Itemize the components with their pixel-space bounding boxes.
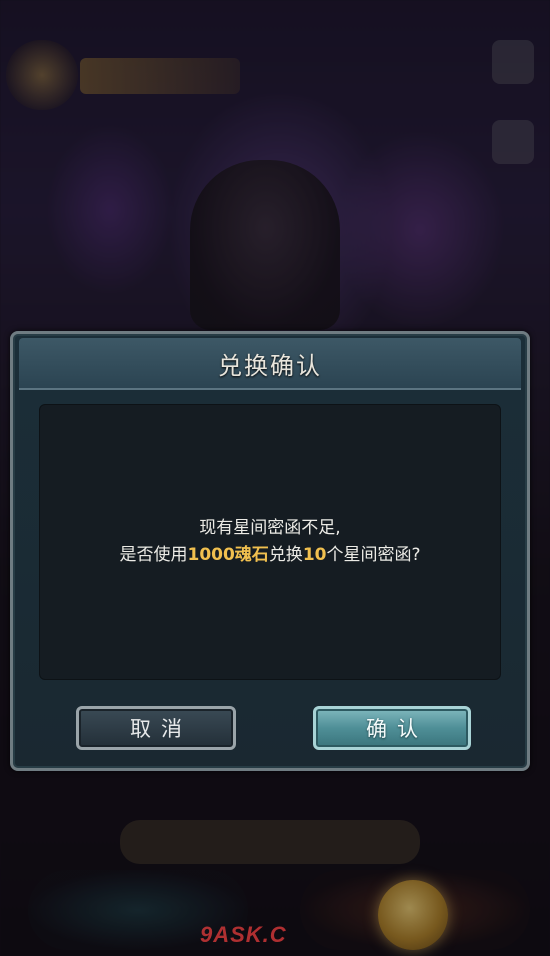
confirm-button[interactable]: 确认	[313, 706, 471, 750]
cancel-button[interactable]: 取消	[76, 706, 236, 750]
confirm-button-label: 确认	[366, 717, 428, 741]
cancel-button-label: 取消	[130, 717, 192, 741]
site-watermark: 9ASK.C	[200, 922, 287, 947]
message-suffix: 个星间密函?	[326, 545, 421, 565]
dialog-header: 兑换确认	[19, 338, 521, 390]
message-line-2: 是否使用1000魂石兑换10个星间密函?	[119, 542, 420, 569]
message-middle: 兑换	[268, 545, 303, 565]
message-prefix: 是否使用	[119, 545, 188, 565]
message-line-1: 现有星间密函不足,	[199, 518, 341, 538]
soulstone-cost: 1000魂石	[187, 545, 269, 565]
message-panel: 现有星间密函不足, 是否使用1000魂石兑换10个星间密函?	[39, 404, 501, 680]
exchange-confirm-dialog: 兑换确认 现有星间密函不足, 是否使用1000魂石兑换10个星间密函? 取消 确…	[10, 331, 530, 771]
letter-amount: 10	[302, 545, 327, 565]
dialog-title: 兑换确认	[218, 351, 322, 380]
